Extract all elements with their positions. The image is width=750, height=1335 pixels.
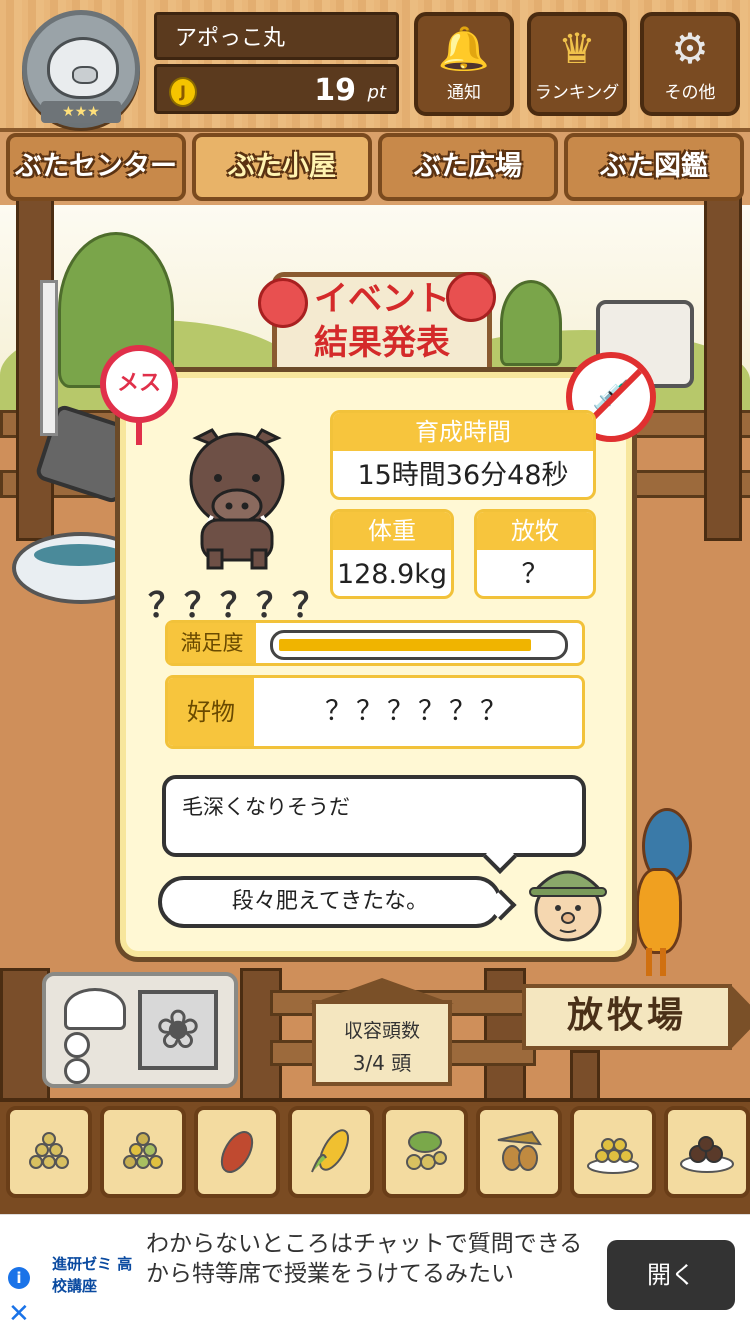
raise-time-box: 育成時間 15時間36分48秒 [330,410,596,500]
leafy-nuts-icon [406,1131,447,1170]
other-label: その他 [664,83,716,103]
feed-item-acorn[interactable] [476,1106,562,1198]
capacity-sign: 収容頭数 3/4 頭 [310,978,454,1086]
favorite-value: ？？？？？？ [325,696,511,727]
points-value: 19 [314,73,356,108]
tree [500,280,562,366]
notification-button[interactable]: 🔔 通知 [414,12,514,116]
satisfaction-bar-fill [279,639,531,651]
capacity-value: 3/4 頭 [352,1051,412,1075]
ranking-button[interactable]: ♛ ランキング [527,12,627,116]
dial-icon [64,1032,90,1058]
pasture-label: 放牧場 [566,995,687,1036]
tab-pig-center[interactable]: ぶたセンター [6,133,186,201]
feed-item-mixed-grain[interactable] [100,1106,186,1198]
satisfaction-bar [270,630,568,660]
capacity-label: 収容頭数 [343,1020,420,1042]
ranking-label: ランキング [534,83,620,103]
coin-icon: J [169,77,197,107]
rose-icon [446,272,496,322]
rooster-icon[interactable] [628,808,692,978]
info-icon[interactable]: i [8,1267,30,1289]
mixed-grain-icon [123,1132,163,1169]
feed-item-truffle[interactable] [664,1106,750,1198]
tab-pig-plaza[interactable]: ぶた広場 [378,133,558,201]
feed-item-sweet-potato[interactable] [194,1106,280,1198]
farmer-speech-text: 段々肥えてきたな。 [231,889,429,914]
ad-open-button[interactable]: 開く [607,1240,735,1310]
truffle-plate-icon [680,1136,734,1173]
comment-text: 毛深くなりそうだ [182,795,350,819]
favorite-food-row: 好物 ？？？？？？ [165,675,585,749]
player-avatar[interactable]: ★★★ [22,10,140,128]
feed-item-corn[interactable] [288,1106,374,1198]
notification-label: 通知 [447,83,481,103]
event-sign-line2: 結果発表 [314,323,450,363]
rose-icon [258,278,308,328]
comment-bubble: 毛深くなりそうだ [162,775,586,874]
close-icon[interactable]: ✕ [8,1299,30,1329]
grazing-label: 放牧 [477,512,593,550]
crown-icon: ♛ [558,24,596,73]
grazing-value: ？ [521,559,549,590]
camera-stand [40,280,58,436]
tab-pig-hut[interactable]: ぶた小屋 [192,133,372,201]
female-badge: メス [100,345,178,445]
fan-icon: ❀ [138,990,218,1070]
feed-item-grain-plate[interactable] [570,1106,656,1198]
sweet-potato-icon [220,1131,254,1173]
fence-post [240,968,282,1108]
raise-time-label: 育成時間 [333,413,593,451]
gate-post-right [704,195,742,541]
player-name: アポっこ丸 [154,12,399,60]
grazing-box: 放牧 ？ [474,509,596,599]
other-button[interactable]: ⚙ その他 [640,12,740,116]
gear-icon: ⚙ [671,24,709,73]
fence-post [484,968,526,1108]
climate-control-machine[interactable]: ❀ [42,972,238,1088]
points-display: J 19 pt [154,64,399,114]
weight-value: 128.9kg [336,559,448,590]
ad-banner[interactable]: i ✕ 進研ゼミ 高校講座 わからないところはチャットで質問できるから特等席で授… [0,1214,750,1335]
farmer-speech-bubble: 段々肥えてきたな。 [158,876,517,928]
pig-nose-icon [72,66,98,84]
rank-stars: ★★★ [41,101,121,123]
raise-time-value: 15時間36分48秒 [357,460,569,491]
dial-icon [64,1058,90,1084]
acorn-icon [497,1130,542,1171]
pig-face-icon [47,37,119,99]
feed-item-grain[interactable] [6,1106,92,1198]
gauge-icon [64,988,126,1030]
grain-pile-icon [29,1132,69,1169]
satisfaction-row: 満足度 [165,620,585,666]
weight-label: 体重 [333,512,451,550]
tab-pig-encyclopedia[interactable]: ぶた図鑑 [564,133,744,201]
bell-icon: 🔔 [437,24,491,73]
pasture-button[interactable]: 放牧場 [522,984,750,1050]
satisfaction-label: 満足度 [168,623,256,663]
farmer-avatar [529,870,607,942]
points-unit: pt [367,82,386,103]
ad-text: わからないところはチャットで質問できるから特等席で授業をうけてるみたい [146,1231,583,1287]
wild-boar-image[interactable] [182,420,292,570]
ad-brand: 進研ゼミ 高校講座 [52,1255,133,1295]
weight-box: 体重 128.9kg [330,509,454,599]
gender-label: メス [116,371,161,396]
corn-icon [311,1129,349,1173]
grain-plate-icon [587,1138,639,1174]
feed-item-nuts[interactable] [382,1106,468,1198]
favorite-label: 好物 [168,678,254,746]
